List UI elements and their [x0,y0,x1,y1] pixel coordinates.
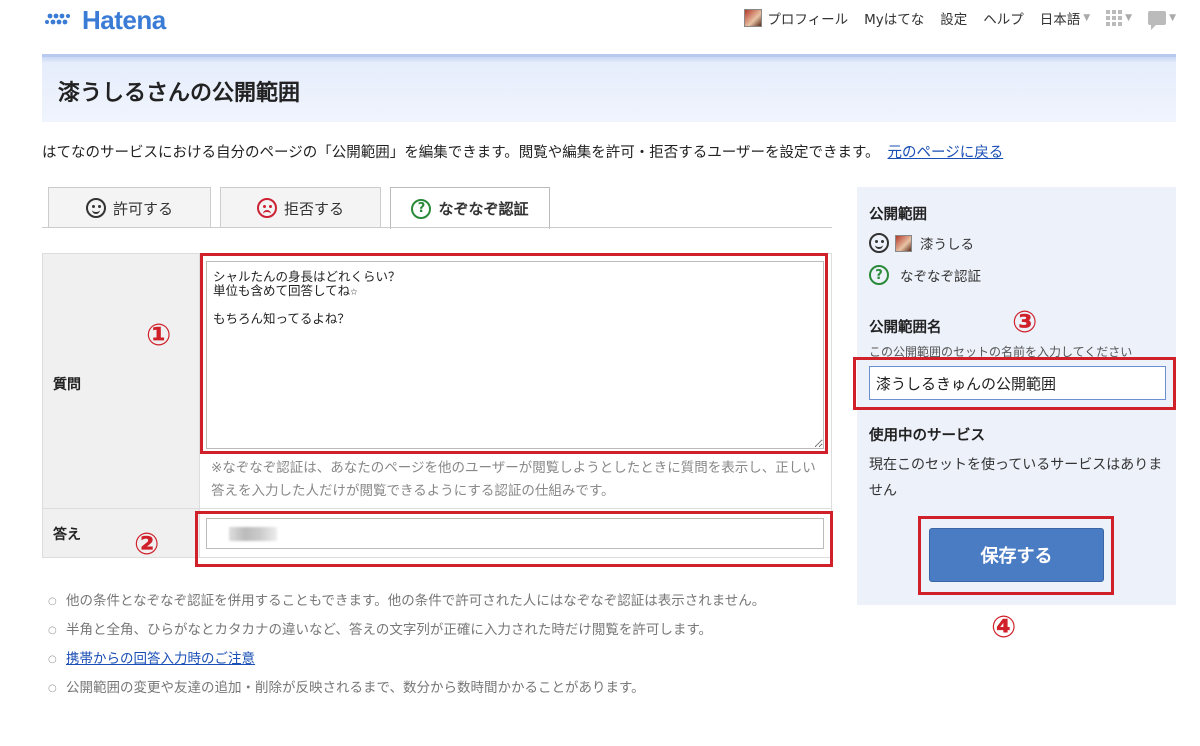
hatena-logo-icon [45,13,70,25]
avatar [744,9,763,27]
tab-deny-label: 拒否する [283,199,344,218]
nav-language-label: 日本語 [1039,12,1081,28]
nav-language[interactable]: 日本語 ▼ [1040,8,1090,28]
intro-text: はてなのサービスにおける自分のページの「公開範囲」を編集できます。閲覧や編集を許… [42,141,1003,162]
top-nav: プロフィール Myはてな 設定 ヘルプ 日本語 ▼ ▼ ▼ [728,8,1176,30]
tab-deny[interactable]: 拒否する [220,187,381,228]
intro-description: はてなのサービスにおける自分のページの「公開範囲」を編集できます。閲覧や編集を許… [42,145,880,161]
annotation-box-save [918,516,1114,595]
title-band: 漆うしるさんの公開範囲 [42,54,1176,122]
smile-icon [85,198,106,218]
chevron-down-icon: ▼ [1083,13,1091,23]
tab-allow[interactable]: 許可する [48,187,211,228]
annotation-number-3: ③ [1012,305,1038,340]
smile-icon [869,233,889,253]
page-title: 漆うしるさんの公開範囲 [58,81,301,106]
services-text: 現在このセットを使っているサービスはありません [869,457,1163,499]
scope-riddle-item: ? なぞなぞ認証 [869,265,981,285]
message-icon [1148,11,1167,30]
question-icon: ? [869,265,889,285]
logo-text: Hatena [82,4,166,35]
back-link[interactable]: 元のページに戻る [888,145,1004,161]
scope-riddle-label: なぞなぞ認証 [900,269,981,285]
notes-list: 他の条件となぞなぞ認証を併用することもできます。他の条件で許可された人にはなぞな… [48,590,818,706]
nav-profile[interactable]: プロフィール [744,8,848,28]
nav-profile-label: プロフィール [767,12,849,28]
tab-bar: 許可する 拒否する ? なぞなぞ認証 [48,187,559,229]
annotation-box-name [853,357,1176,410]
scope-name-title: 公開範囲名 [869,320,942,336]
question-header: 質問 [43,254,200,508]
scope-user-item: 漆うしる [869,233,974,253]
frown-icon [256,198,277,218]
mobile-notice-link[interactable]: 携帯からの回答入力時のご注意 [66,651,255,667]
list-item: 他の条件となぞなぞ認証を併用することもできます。他の条件で許可された人にはなぞな… [48,590,818,613]
question-label: 質問 [53,377,81,393]
top-bar: Hatena プロフィール Myはてな 設定 ヘルプ 日本語 ▼ ▼ ▼ [0,0,1200,40]
annotation-number-2: ② [134,527,160,562]
nav-notifications[interactable]: ▼ [1148,11,1176,30]
list-item: 半角と全角、ひらがなとカタカナの違いなど、答えの文字列が正確に入力された時だけ閲… [48,619,818,642]
question-icon: ? [411,198,432,219]
nav-my-hatena[interactable]: Myはてな [864,8,924,28]
tab-allow-label: 許可する [112,199,173,218]
annotation-box-answer [195,511,833,567]
tab-riddle[interactable]: ? なぞなぞ認証 [390,187,550,229]
annotation-number-4: ④ [991,610,1017,645]
services-title: 使用中のサービス [869,428,985,444]
list-item: 携帯からの回答入力時のご注意 [48,648,818,671]
annotation-number-1: ① [146,318,172,353]
tab-divider [42,227,832,228]
annotation-box-question [200,253,828,454]
avatar [895,234,912,252]
answer-header: 答え [43,509,200,557]
answer-label: 答え [53,527,81,543]
list-item: 公開範囲の変更や友達の追加・削除が反映されるまで、数分から数時間かかることがあり… [48,677,818,700]
apps-grid-icon [1106,10,1123,26]
scope-user-name: 漆うしる [920,237,974,253]
tab-riddle-label: なぞなぞ認証 [438,200,529,218]
question-note: ※なぞなぞ認証は、あなたのページを他のユーザーが閲覧しようとしたときに質問を表示… [211,460,816,499]
nav-apps[interactable]: ▼ [1106,10,1132,26]
chevron-down-icon: ▼ [1169,13,1176,23]
nav-help[interactable]: ヘルプ [983,8,1024,28]
nav-settings[interactable]: 設定 [940,8,967,28]
scope-title: 公開範囲 [869,207,927,223]
chevron-down-icon: ▼ [1125,13,1133,23]
hatena-logo[interactable]: Hatena [42,5,166,35]
